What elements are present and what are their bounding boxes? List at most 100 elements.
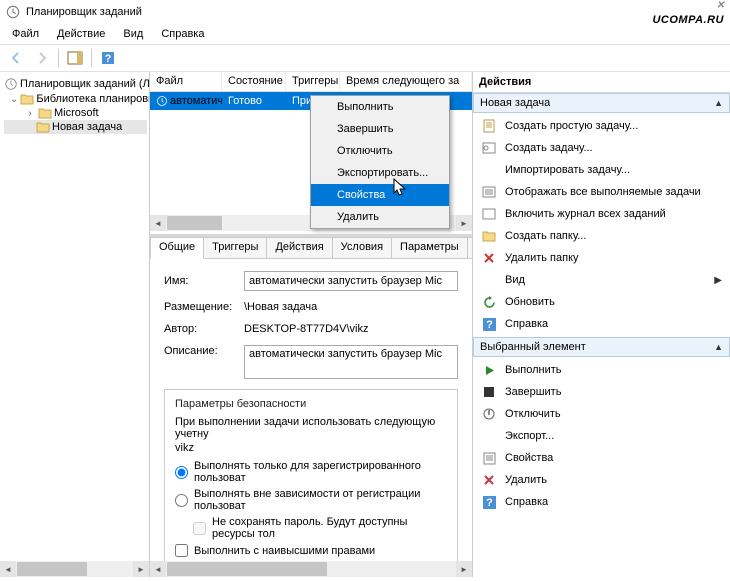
ctx-disable[interactable]: Отключить <box>311 140 449 162</box>
col-triggers[interactable]: Триггеры <box>286 72 340 91</box>
context-menu: Выполнить Завершить Отключить Экспортиро… <box>310 95 450 229</box>
tree-microsoft[interactable]: › Microsoft <box>2 106 147 120</box>
menu-action[interactable]: Действие <box>49 26 113 42</box>
table-header: Файл Состояние Триггеры Время следующего… <box>150 72 472 92</box>
clock-icon <box>4 77 18 91</box>
tree-scrollbar[interactable]: ◄ ► <box>0 561 149 577</box>
col-next[interactable]: Время следующего за <box>340 72 472 91</box>
folder-icon <box>20 93 34 105</box>
scroll-right-button[interactable]: ► <box>456 561 472 577</box>
collapse-icon[interactable]: ⌄ <box>10 94 18 105</box>
section-selected[interactable]: Выбранный элемент▲ <box>473 337 730 357</box>
titlebar: Планировщик заданий <box>0 0 730 24</box>
separator <box>91 49 92 67</box>
delete-icon <box>481 472 497 488</box>
section-new-task[interactable]: Новая задача▲ <box>473 93 730 113</box>
action-export[interactable]: Экспорт... <box>473 425 730 447</box>
svg-text:?: ? <box>105 53 112 65</box>
location-label: Размещение: <box>164 301 244 313</box>
name-label: Имя: <box>164 275 244 287</box>
security-user: vikz <box>175 442 447 454</box>
menu-file[interactable]: Файл <box>4 26 47 42</box>
scroll-left-button[interactable]: ◄ <box>150 215 166 231</box>
ctx-properties[interactable]: Свойства <box>311 184 449 206</box>
action-properties[interactable]: Свойства <box>473 447 730 469</box>
security-account-text: При выполнении задачи использовать следу… <box>175 416 447 440</box>
tree-root[interactable]: Планировщик заданий (Лок <box>2 76 147 92</box>
col-file[interactable]: Файл <box>150 72 222 91</box>
ctx-end[interactable]: Завершить <box>311 118 449 140</box>
radio-logged-on[interactable]: Выполнять только для зарегистрированного… <box>175 460 447 484</box>
tab-actions[interactable]: Действия <box>266 237 332 258</box>
tree-pane: Планировщик заданий (Лок ⌄ Библиотека пл… <box>0 72 150 577</box>
tree-microsoft-label: Microsoft <box>54 107 99 119</box>
scroll-left-button[interactable]: ◄ <box>150 561 166 577</box>
help-icon: ? <box>481 316 497 332</box>
security-fieldset: Параметры безопасности При выполнении за… <box>164 389 458 570</box>
location-value: \Новая задача <box>244 301 458 313</box>
tab-triggers[interactable]: Триггеры <box>203 237 267 258</box>
action-help2[interactable]: ?Справка <box>473 491 730 513</box>
actions-pane: Действия Новая задача▲ Создать простую з… <box>473 72 730 577</box>
scroll-right-button[interactable]: ► <box>456 215 472 231</box>
detail-scrollbar[interactable]: ◄ ► <box>150 561 472 577</box>
tree-library-label: Библиотека планировщ <box>36 93 150 105</box>
svg-text:?: ? <box>486 319 493 331</box>
separator <box>58 49 59 67</box>
tab-close[interactable]: X <box>467 237 472 258</box>
expand-icon[interactable]: › <box>24 108 36 119</box>
menu-help[interactable]: Справка <box>153 26 212 42</box>
radio-any[interactable]: Выполнять вне зависимости от регистрации… <box>175 488 447 512</box>
help-button[interactable]: ? <box>96 47 120 69</box>
row-state: Готово <box>222 95 286 107</box>
tab-general[interactable]: Общие <box>150 237 204 259</box>
ctx-delete[interactable]: Удалить <box>311 206 449 228</box>
folder-icon <box>36 121 50 133</box>
action-help[interactable]: ?Справка <box>473 313 730 335</box>
toolbar: ? <box>0 44 730 72</box>
tree-new-task[interactable]: Новая задача <box>4 120 147 134</box>
check-highest-priv[interactable]: Выполнить с наивысшими правами <box>175 544 447 557</box>
tree-library[interactable]: ⌄ Библиотека планировщ <box>2 92 147 106</box>
action-end[interactable]: Завершить <box>473 381 730 403</box>
action-create-basic[interactable]: Создать простую задачу... <box>473 115 730 137</box>
folder-icon <box>481 228 497 244</box>
action-create-task[interactable]: Создать задачу... <box>473 137 730 159</box>
play-icon <box>481 362 497 378</box>
scroll-right-button[interactable]: ► <box>133 561 149 577</box>
action-delete[interactable]: Удалить <box>473 469 730 491</box>
check-no-password[interactable]: Не сохранять пароль. Будут доступны ресу… <box>193 516 447 540</box>
scroll-thumb[interactable] <box>17 562 87 576</box>
view-icon <box>481 272 497 288</box>
properties-icon <box>481 450 497 466</box>
help-icon: ? <box>481 494 497 510</box>
scroll-left-button[interactable]: ◄ <box>0 561 16 577</box>
actions-header: Действия <box>473 72 730 93</box>
detail-pane: Общие Триггеры Действия Условия Параметр… <box>150 237 472 577</box>
ctx-export[interactable]: Экспортировать... <box>311 162 449 184</box>
scroll-thumb[interactable] <box>167 216 222 230</box>
disable-icon <box>481 406 497 422</box>
action-delete-folder[interactable]: Удалить папку <box>473 247 730 269</box>
action-import[interactable]: Импортировать задачу... <box>473 159 730 181</box>
action-new-folder[interactable]: Создать папку... <box>473 225 730 247</box>
ctx-run[interactable]: Выполнить <box>311 96 449 118</box>
action-enable-history[interactable]: Включить журнал всех заданий <box>473 203 730 225</box>
back-button[interactable] <box>4 47 28 69</box>
name-field[interactable] <box>244 271 458 291</box>
tree-root-label: Планировщик заданий (Лок <box>20 78 150 90</box>
forward-button[interactable] <box>30 47 54 69</box>
tab-parameters[interactable]: Параметры <box>391 237 468 258</box>
scroll-thumb[interactable] <box>167 562 327 576</box>
menu-view[interactable]: Вид <box>115 26 151 42</box>
toggle-actions-button[interactable] <box>63 47 87 69</box>
action-disable[interactable]: Отключить <box>473 403 730 425</box>
tab-conditions[interactable]: Условия <box>332 237 392 258</box>
description-field[interactable]: автоматически запустить браузер Mic <box>244 345 458 379</box>
action-show-running[interactable]: Отображать все выполняемые задачи <box>473 181 730 203</box>
action-run[interactable]: Выполнить <box>473 359 730 381</box>
col-state[interactable]: Состояние <box>222 72 286 91</box>
submenu-icon: ▶ <box>714 275 722 286</box>
action-view[interactable]: Вид▶ <box>473 269 730 291</box>
action-refresh[interactable]: Обновить <box>473 291 730 313</box>
